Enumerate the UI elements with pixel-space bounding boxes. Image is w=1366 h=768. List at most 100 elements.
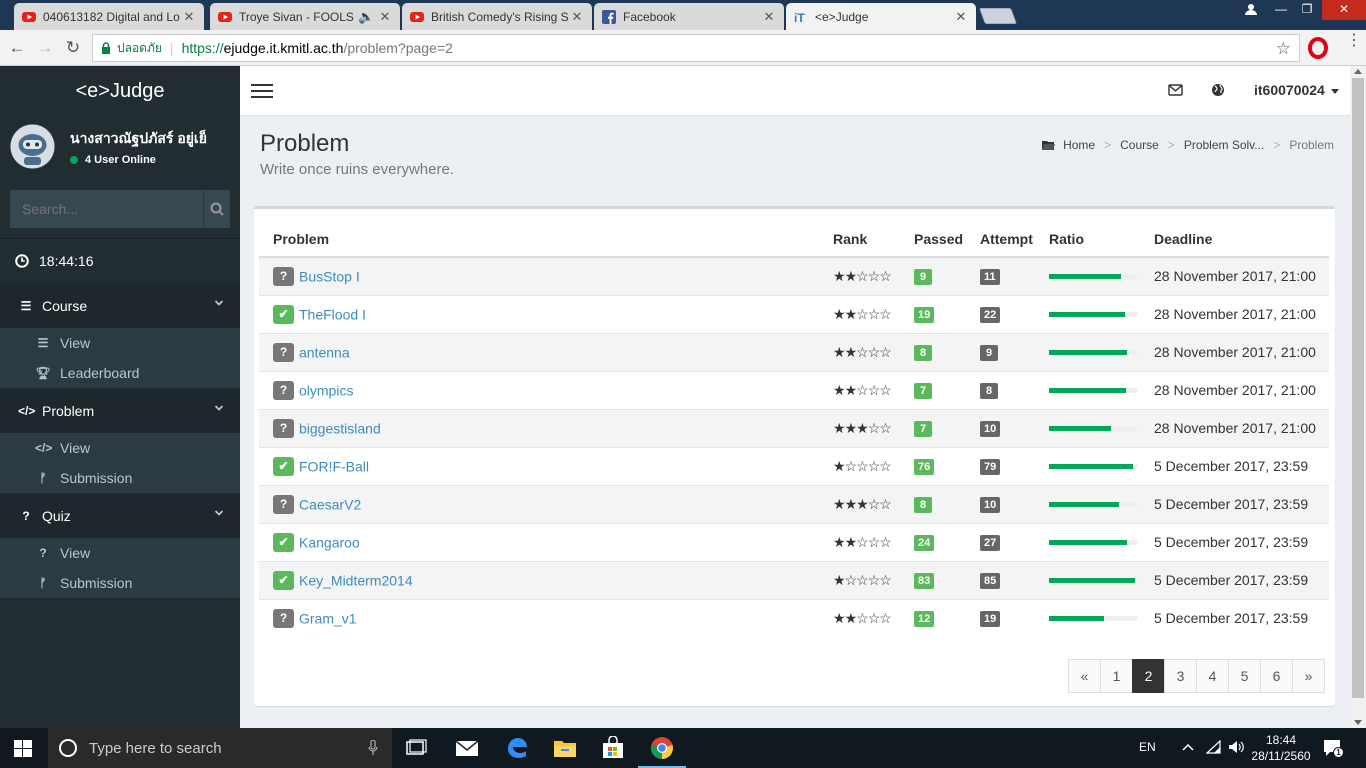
breadcrumb-current: Problem (1289, 138, 1334, 152)
taskbar-clock[interactable]: 18:44 28/11/2560 (1251, 732, 1311, 764)
scroll-up-arrow-icon[interactable] (1354, 69, 1362, 74)
passed-cell: 7 (900, 408, 966, 447)
deadline-cell: 28 November 2017, 21:00 (1140, 332, 1329, 371)
wifi-icon[interactable] (1206, 740, 1222, 754)
problem-link[interactable]: antenna (299, 344, 350, 360)
rank-stars: ★★☆☆☆ (833, 610, 892, 626)
close-icon[interactable]: ✕ (954, 9, 968, 25)
envelope-icon[interactable] (1168, 84, 1183, 96)
store-icon[interactable] (601, 736, 625, 760)
url-field[interactable]: ปลอดภัย | https://ejudge.it.kmitl.ac.th /… (92, 34, 1300, 62)
problem-link[interactable]: Gram_v1 (299, 610, 357, 626)
table-row: ? CaesarV2 ★★★☆☆ 8 10 5 December 2017, 23:59 (259, 484, 1329, 523)
close-window-button[interactable]: ✕ (1322, 0, 1366, 20)
problem-link[interactable]: BusStop I (299, 268, 360, 284)
chrome-app-button[interactable] (638, 736, 686, 768)
problem-cell: ? biggestisland (259, 408, 819, 447)
deadline-cell: 5 December 2017, 23:59 (1140, 598, 1329, 637)
breadcrumb-course[interactable]: Course (1120, 138, 1159, 152)
edge-icon[interactable] (505, 736, 529, 760)
problem-link[interactable]: CaesarV2 (299, 496, 361, 512)
page-button-active[interactable]: 2 (1132, 659, 1165, 693)
close-icon[interactable]: ✕ (570, 9, 584, 25)
taskbar-search[interactable]: Type here to search (48, 728, 392, 768)
rank-stars: ★★☆☆☆ (833, 306, 892, 322)
problem-link[interactable]: FOR!F-Ball (299, 458, 369, 474)
sidebar-item-course[interactable]: ☰ Course (0, 284, 240, 328)
problem-link[interactable]: Key_Midterm2014 (299, 572, 413, 588)
page-button[interactable]: 6 (1260, 659, 1293, 693)
ratio-bar-fill (1049, 311, 1125, 317)
vertical-scrollbar[interactable] (1350, 66, 1366, 728)
attempt-badge: 85 (980, 573, 1001, 589)
profile-icon[interactable] (1238, 0, 1264, 20)
speaker-icon[interactable]: 🔈 (358, 9, 374, 25)
windows-start-icon[interactable] (14, 740, 32, 757)
url-separator: | (169, 40, 174, 56)
sidebar-item-quiz-view[interactable]: ? View (0, 538, 240, 568)
passed-badge: 9 (914, 269, 932, 286)
task-view-icon[interactable] (404, 736, 428, 760)
action-center-icon[interactable]: 1 (1322, 738, 1344, 758)
check-icon: ✔ (273, 570, 294, 590)
page-button[interactable]: 1 (1100, 659, 1133, 693)
breadcrumb-problem-solving[interactable]: Problem Solv... (1184, 138, 1264, 152)
app-logo[interactable]: <e>Judge (0, 66, 240, 116)
page-next-button[interactable]: » (1292, 659, 1325, 693)
chevron-down-icon (214, 510, 224, 516)
hamburger-menu-icon[interactable] (251, 83, 273, 99)
kmitl-icon: iT (794, 11, 805, 24)
reload-icon[interactable]: ↻ (63, 38, 83, 58)
bookmark-star-icon[interactable]: ☆ (1276, 39, 1291, 59)
back-arrow-icon[interactable]: ← (7, 38, 27, 58)
chevron-up-icon[interactable] (1182, 743, 1194, 751)
file-explorer-icon[interactable] (553, 736, 577, 760)
account-menu[interactable]: it60070024 (1254, 82, 1339, 98)
opera-icon[interactable] (1308, 37, 1328, 59)
sidebar-item-quiz[interactable]: ? Quiz (0, 494, 240, 538)
close-icon[interactable]: ✕ (762, 9, 776, 25)
column-header: Ratio (1035, 221, 1140, 258)
search-input[interactable] (10, 190, 203, 228)
sidebar-item-leaderboard[interactable]: 🏆︎ Leaderboard (0, 358, 240, 388)
attempt-cell: 11 (966, 256, 1035, 295)
problem-link[interactable]: TheFlood I (299, 306, 366, 322)
browser-tab[interactable]: Troye Sivan - FOOLS ( 🔈 ✕ (210, 3, 400, 30)
mail-app-icon[interactable] (455, 736, 479, 760)
sidebar-item-quiz-submission[interactable]: ᚠ Submission (0, 568, 240, 598)
secure-indicator[interactable]: ปลอดภัย (101, 39, 162, 58)
sidebar-item-course-view[interactable]: ☰ View (0, 328, 240, 358)
page-prev-button[interactable]: « (1068, 659, 1101, 693)
scroll-down-arrow-icon[interactable] (1354, 720, 1362, 725)
ratio-bar (1049, 349, 1137, 355)
sidebar-item-problem-submission[interactable]: ᚠ Submission (0, 463, 240, 493)
menu-dots-icon[interactable]: ⋮ (1346, 33, 1362, 49)
problem-link[interactable]: biggestisland (299, 420, 381, 436)
page-button[interactable]: 4 (1196, 659, 1229, 693)
breadcrumb-home[interactable]: Home (1063, 138, 1095, 152)
minimize-button[interactable]: — (1268, 0, 1294, 20)
tab-title: Troye Sivan - FOOLS ( (239, 9, 358, 24)
globe-icon[interactable] (1211, 83, 1225, 97)
forward-arrow-icon[interactable]: → (35, 38, 55, 58)
close-icon[interactable]: ✕ (378, 9, 392, 25)
problem-link[interactable]: olympics (299, 382, 353, 398)
browser-tab-active[interactable]: iT <e>Judge ✕ (786, 3, 976, 30)
page-button[interactable]: 3 (1164, 659, 1197, 693)
sidebar-item-problem-view[interactable]: </> View (0, 433, 240, 463)
maximize-button[interactable]: ❐ (1294, 0, 1320, 20)
search-button[interactable] (203, 190, 230, 228)
volume-icon[interactable] (1228, 739, 1246, 755)
sidebar-item-problem[interactable]: </> Problem (0, 389, 240, 433)
browser-tab[interactable]: 040613182 Digital and Lo ✕ (14, 3, 204, 30)
close-icon[interactable]: ✕ (182, 9, 196, 25)
page-button[interactable]: 5 (1228, 659, 1261, 693)
browser-tab[interactable]: Facebook ✕ (594, 3, 784, 30)
language-indicator[interactable]: EN (1139, 740, 1156, 754)
scrollbar-thumb[interactable] (1352, 78, 1364, 698)
new-tab-button[interactable] (979, 8, 1017, 24)
breadcrumb-separator: > (1167, 138, 1175, 152)
microphone-icon[interactable] (368, 740, 378, 756)
problem-link[interactable]: Kangaroo (299, 534, 360, 550)
browser-tab[interactable]: British Comedy's Rising S ✕ (402, 3, 592, 30)
